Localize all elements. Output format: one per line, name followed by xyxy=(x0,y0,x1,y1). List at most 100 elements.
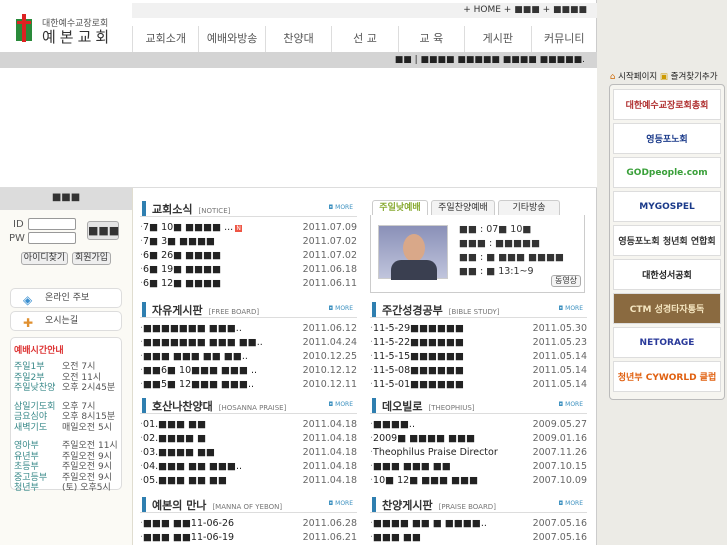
board-row[interactable]: 04.■■■ ■■ ■■■.. 2011.04.18 xyxy=(140,460,357,474)
board-row[interactable]: 10■ 12■ ■■■ ■■■ 2007.10.09 xyxy=(370,474,587,488)
board-row[interactable]: ■■5■ 12■■■ ■■■.. 2010.12.11 xyxy=(140,378,357,392)
partner-banner[interactable]: CTM 성경타자통독 xyxy=(613,293,721,324)
tab-sunday-praise-worship[interactable]: 주일찬양예배 xyxy=(431,200,495,216)
post-date: 2011.04.18 xyxy=(302,461,357,472)
partner-banner[interactable]: GODpeople.com xyxy=(613,157,721,188)
board-row[interactable]: ■■6■ 10■■■ ■■■ .. 2010.12.12 xyxy=(140,364,357,378)
board-row[interactable]: 2009■ ■■■■ ■■■ 2009.01.16 xyxy=(370,432,587,446)
nav-choir[interactable]: 찬양대 xyxy=(264,26,331,52)
service-time: 오후 7시 xyxy=(62,401,96,412)
post-title: 6■ 26■ ■■■■ xyxy=(143,250,222,261)
start-page-link[interactable]: 시작페이지 xyxy=(618,72,657,82)
more-link[interactable]: ◘ MORE xyxy=(328,500,353,507)
board-row[interactable]: ■■■ ■■ 2007.05.16 xyxy=(370,531,587,545)
board-title[interactable]: 데오빌로 xyxy=(382,400,422,413)
more-label: MORE xyxy=(335,204,353,211)
more-link[interactable]: ◘ MORE xyxy=(558,305,583,312)
board-row[interactable]: ■■■■ ■■ ■ ■■■■.. 2007.05.16 xyxy=(370,517,587,531)
more-link[interactable]: ◘ MORE xyxy=(328,305,353,312)
board-marker-icon xyxy=(372,398,376,413)
board-row[interactable]: 11-5-29■■■■■■ 2011.05.30 xyxy=(370,322,587,336)
post-title: 04.■■■ ■■ ■■■.. xyxy=(143,461,243,472)
post-date: 2010.12.25 xyxy=(302,351,357,362)
post-title: 7■ 3■ ■■■■ xyxy=(143,236,216,247)
post-title: 2009■ ■■■■ ■■■ xyxy=(373,433,476,444)
board-title[interactable]: 찬양게시판 xyxy=(382,499,433,512)
nav-church-intro[interactable]: 교회소개 xyxy=(132,26,198,52)
board-title[interactable]: 주간성경공부 xyxy=(382,304,443,317)
partner-banner[interactable]: 영등포노회 청년회 연합회 xyxy=(613,225,721,256)
board-row[interactable]: ■■■■■■■ ■■■.. 2011.06.12 xyxy=(140,322,357,336)
board-row[interactable]: 11-5-01■■■■■■ 2011.05.14 xyxy=(370,378,587,392)
post-title: 11-5-15■■■■■■ xyxy=(373,351,464,362)
sermon-preacher: ■■■ : ■■■■■ xyxy=(459,238,541,249)
banner-list: 대한예수교장로회총회영등포노회 GODpeople.com MYGOSPEL 영등포노… xyxy=(609,84,725,400)
more-label: MORE xyxy=(335,305,353,312)
nav-community[interactable]: 커뮤니티 xyxy=(530,26,597,52)
nav-mission[interactable]: 선 교 xyxy=(331,26,397,52)
post-title: ■■■■.. xyxy=(373,419,415,430)
new-badge-icon: N xyxy=(235,225,243,232)
board-row[interactable]: 01.■■■ ■■ 2011.04.18 xyxy=(140,418,357,432)
more-link[interactable]: ◘ MORE xyxy=(328,204,353,211)
tab-other-broadcast[interactable]: 기타방송 xyxy=(498,200,560,216)
more-link[interactable]: ◘ MORE xyxy=(328,401,353,408)
more-link[interactable]: ◘ MORE xyxy=(558,500,583,507)
board-row[interactable]: 6■ 19■ ■■■■ 2011.06.18 xyxy=(140,263,357,277)
board-row[interactable]: 11-5-22■■■■■■ 2011.05.23 xyxy=(370,336,587,350)
logo-title[interactable]: 예본교회 xyxy=(42,26,113,47)
post-title: ■■■ ■■11-06-19 xyxy=(143,532,235,543)
login-button[interactable]: ■■■ xyxy=(87,221,119,240)
nav-board[interactable]: 게시판 xyxy=(464,26,530,52)
more-link[interactable]: ◘ MORE xyxy=(558,401,583,408)
online-bulletin-button[interactable]: ◈ 온라인 주보 xyxy=(10,288,122,308)
worship-times-box: 예배시간안내 주일1부 오전 7시 주일2부 오전 11시 주일낮찬양 오후 2시45분 삼… xyxy=(10,337,122,493)
board-subtitle: [MANNA OF YEBON] xyxy=(212,503,283,511)
board-row[interactable]: ■■■ ■■■ ■■ 2007.10.15 xyxy=(370,460,587,474)
board-row[interactable]: 11-5-15■■■■■■ 2011.05.14 xyxy=(370,350,587,364)
board-row[interactable]: ■■■ ■■■ ■■ ■■.. 2010.12.25 xyxy=(140,350,357,364)
board-row[interactable]: 7■ 3■ ■■■■ 2011.07.02 xyxy=(140,235,357,249)
service-time: 매일오전 5시 xyxy=(62,422,112,433)
pw-input[interactable] xyxy=(28,232,76,244)
board-row[interactable]: 11-5-08■■■■■■ 2011.05.14 xyxy=(370,364,587,378)
id-input[interactable] xyxy=(28,218,76,230)
board-row[interactable]: ■■■■■■■ ■■■ ■■.. 2011.04.24 xyxy=(140,336,357,350)
post-date: 2011.05.14 xyxy=(532,351,587,362)
directions-button[interactable]: ✚ 오시는길 xyxy=(10,311,122,331)
find-id-button[interactable]: 아이디찾기 xyxy=(21,252,68,265)
board-title[interactable]: 교회소식 xyxy=(152,203,192,216)
board-row[interactable]: 6■ 12■ ■■■■ 2011.06.11 xyxy=(140,277,357,291)
nav-worship-broadcast[interactable]: 예배와방송 xyxy=(198,26,264,52)
board-row[interactable]: 05.■■■ ■■ ■■ 2011.04.18 xyxy=(140,474,357,488)
board-row[interactable]: ■■■ ■■11-06-26 2011.06.28 xyxy=(140,517,357,531)
join-button[interactable]: 회원가입 xyxy=(72,252,111,265)
board-row[interactable]: ■■■■.. 2009.05.27 xyxy=(370,418,587,432)
nav-education[interactable]: 교 육 xyxy=(397,26,464,52)
board-row[interactable]: 7■ 10■ ■■■■ ...N 2011.07.09 xyxy=(140,221,357,235)
partner-banner[interactable]: 대한성서공회 xyxy=(613,259,721,290)
board-title[interactable]: 예본의 만나 xyxy=(152,499,206,512)
partner-banner[interactable]: MYGOSPEL xyxy=(613,191,721,222)
bookmark-link[interactable]: 즐겨찾기추가 xyxy=(671,72,718,82)
partner-banner[interactable]: NETORAGE xyxy=(613,327,721,358)
top-links[interactable]: + HOME + ■■■ + ■■■■ xyxy=(132,3,597,18)
partner-banner[interactable]: 영등포노회 xyxy=(613,123,721,154)
board-row[interactable]: 6■ 26■ ■■■■ 2011.07.02 xyxy=(140,249,357,263)
sermon-scripture: ■■ : ■ 13:1~9 xyxy=(459,266,534,277)
video-button[interactable]: 동영상 xyxy=(551,275,581,287)
partner-banner[interactable]: 청년부 CYWORLD 클럽 xyxy=(613,361,721,392)
pw-label: PW xyxy=(9,233,25,244)
board-title[interactable]: 자유게시판 xyxy=(152,304,203,317)
banner-label: 영등포노회 xyxy=(646,135,688,145)
partner-banner[interactable]: 대한예수교장로회총회 xyxy=(613,89,721,120)
board-row[interactable]: 03.■■■■ ■■ 2011.04.18 xyxy=(140,446,357,460)
board-row[interactable]: Theophilus Praise Director 2007.11.26 xyxy=(370,446,587,460)
board-title[interactable]: 호산나찬양대 xyxy=(152,400,213,413)
worship-time-row: 삼일기도회 오후 7시 xyxy=(14,402,118,413)
board-row[interactable]: 02.■■■■ ■ 2011.04.18 xyxy=(140,432,357,446)
board-header: 자유게시판 [FREE BOARD] ◘ MORE xyxy=(140,302,357,318)
board-row[interactable]: ■■■ ■■11-06-19 2011.06.21 xyxy=(140,531,357,545)
post-title: 03.■■■■ ■■ xyxy=(143,447,216,458)
worship-time-row: 초등부 주일오전 9시 xyxy=(14,462,118,473)
